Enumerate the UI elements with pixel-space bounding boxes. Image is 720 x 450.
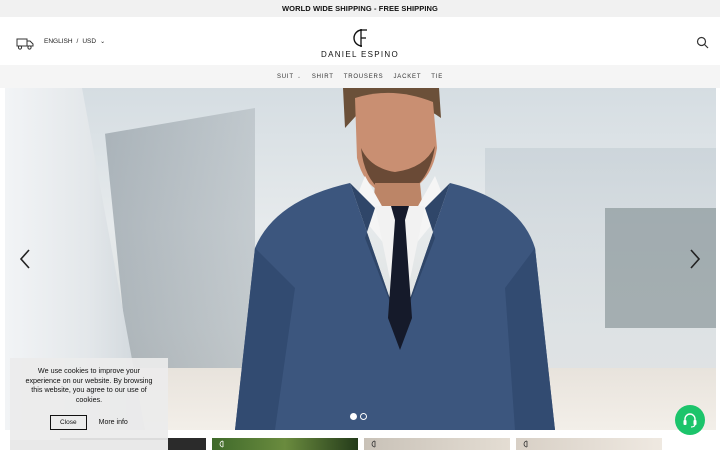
cookie-message: We use cookies to improve your experienc… [25, 366, 153, 404]
brand-monogram-icon [523, 440, 528, 448]
cookie-shadow [10, 440, 168, 450]
brand-name: DANIEL ESPINO [321, 50, 399, 59]
nav-item-label: TIE [431, 73, 444, 80]
slider-dot[interactable] [350, 413, 357, 420]
slider-dot[interactable] [360, 413, 367, 420]
language-label[interactable]: ENGLISH [44, 38, 73, 45]
chevron-left-icon[interactable] [18, 248, 32, 270]
nav-item-label: TROUSERS [343, 73, 384, 80]
brand-monogram-icon [219, 440, 224, 448]
separator: / [76, 38, 79, 45]
product-thumbnail[interactable] [212, 438, 358, 450]
currency-label[interactable]: USD [82, 38, 96, 45]
chevron-down-icon: ⌄ [296, 73, 302, 80]
hero-model-image [235, 88, 555, 430]
nav-item-suit[interactable]: SUIT ⌄ [277, 74, 302, 80]
delivery-truck-icon[interactable] [16, 36, 34, 50]
language-currency-selector[interactable]: ENGLISH / USD ⌄ [44, 38, 105, 45]
headset-support-icon[interactable] [675, 405, 705, 435]
site-header: ENGLISH / USD ⌄ DANIEL ESPINO [0, 17, 720, 65]
product-thumbnail[interactable] [516, 438, 662, 450]
cookie-banner: We use cookies to improve your experienc… [10, 358, 168, 440]
brand-monogram-icon [371, 440, 376, 448]
announcement-bar: WORLD WIDE SHIPPING - FREE SHIPPING [0, 0, 720, 17]
cookie-actions: Close More info [50, 415, 128, 430]
nav-item-trousers[interactable]: TROUSERS [344, 74, 384, 80]
nav-item-shirt[interactable]: SHIRT [312, 74, 334, 80]
slider-pagination [350, 413, 367, 420]
nav-item-jacket[interactable]: JACKET [393, 74, 421, 80]
brand-monogram-icon [353, 29, 367, 47]
search-icon[interactable] [696, 36, 709, 49]
product-thumbnail[interactable] [364, 438, 510, 450]
announcement-text: WORLD WIDE SHIPPING - FREE SHIPPING [281, 4, 438, 13]
nav-item-label: JACKET [393, 73, 422, 80]
cookie-close-button[interactable]: Close [50, 415, 87, 430]
nav-item-tie[interactable]: TIE [431, 74, 443, 80]
chevron-right-icon[interactable] [688, 248, 702, 270]
main-nav: SUIT ⌄ SHIRT TROUSERS JACKET TIE [0, 65, 720, 88]
chevron-down-icon: ⌄ [100, 39, 106, 45]
brand-logo[interactable]: DANIEL ESPINO [312, 27, 408, 61]
cookie-more-info-link[interactable]: More info [99, 419, 128, 426]
nav-item-label: SHIRT [311, 73, 334, 80]
nav-item-label: SUIT [276, 73, 294, 80]
